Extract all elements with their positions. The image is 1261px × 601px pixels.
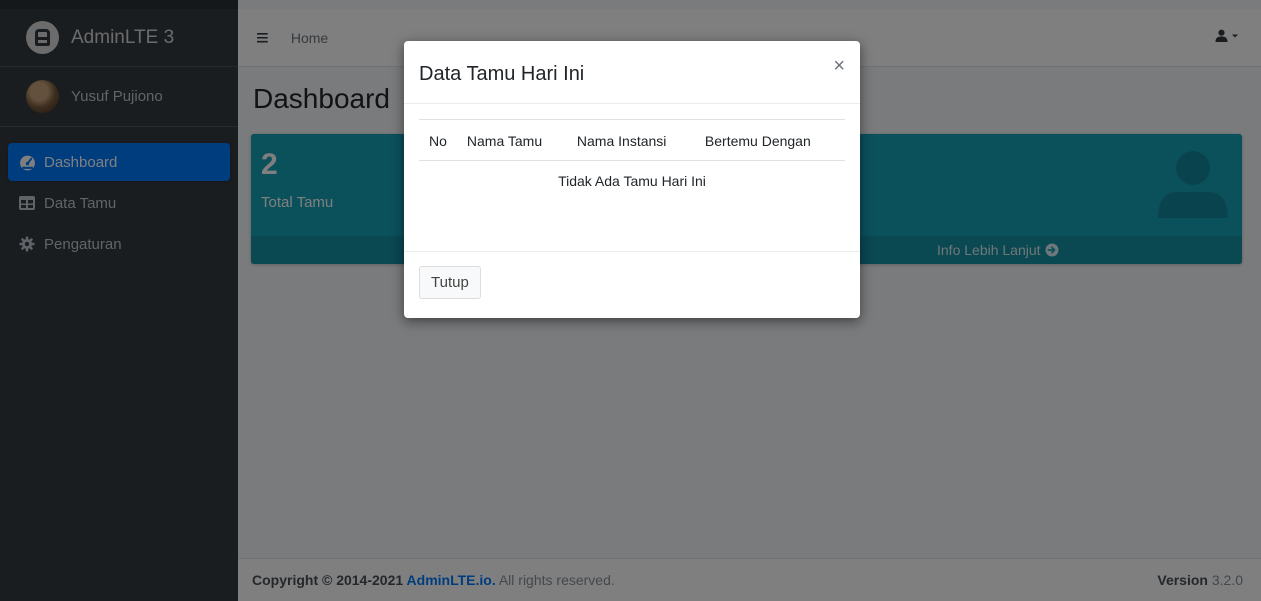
close-icon[interactable]: × (833, 56, 845, 76)
column-header-no: No (419, 119, 457, 161)
table-header-row: No Nama Tamu Nama Instansi Bertemu Denga… (419, 119, 845, 161)
empty-message: Tidak Ada Tamu Hari Ini (558, 173, 706, 189)
guest-today-modal: Data Tamu Hari Ini × No Nama Tamu Nama I… (404, 41, 860, 318)
modal-title: Data Tamu Hari Ini (419, 62, 585, 85)
modal-header: Data Tamu Hari Ini × (404, 41, 860, 104)
modal-body: No Nama Tamu Nama Instansi Bertemu Denga… (404, 104, 860, 252)
modal-footer: Tutup (404, 252, 860, 313)
column-header-nama-instansi: Nama Instansi (566, 119, 695, 161)
guest-table: No Nama Tamu Nama Instansi Bertemu Denga… (419, 119, 845, 201)
table-row: Tidak Ada Tamu Hari Ini (419, 161, 845, 202)
close-button[interactable]: Tutup (419, 266, 481, 299)
column-header-nama-tamu: Nama Tamu (456, 119, 567, 161)
column-header-bertemu-dengan: Bertemu Dengan (694, 119, 845, 161)
